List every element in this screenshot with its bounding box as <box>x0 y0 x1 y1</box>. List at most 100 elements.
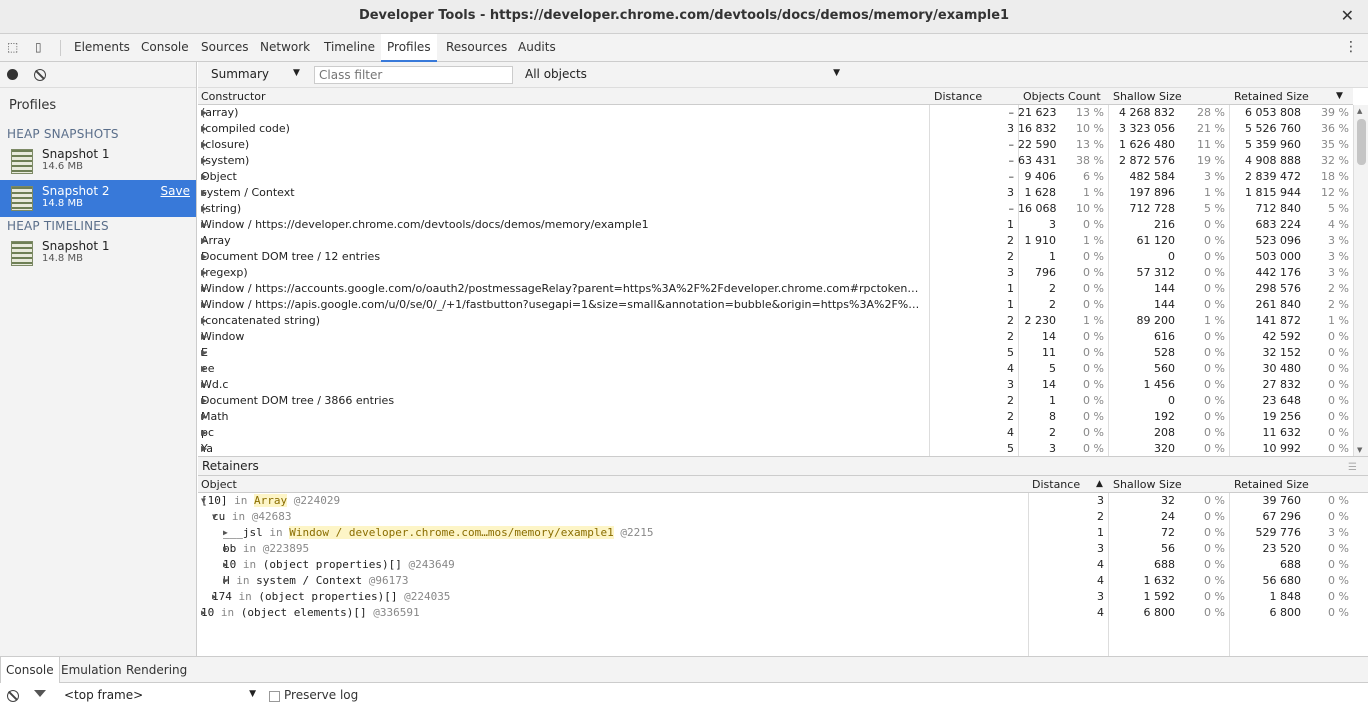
scroll-thumb[interactable] <box>1357 119 1366 165</box>
timeline-item[interactable]: Snapshot 1 14.8 MB <box>0 235 196 272</box>
retainer-row[interactable]: ▶ ___jsl in Window / developer.chrome.com… <box>198 525 1368 541</box>
expand-triangle-icon[interactable]: ▶ <box>201 121 207 137</box>
col-object[interactable]: Object <box>201 478 237 491</box>
constructor-name[interactable]: ▶ system / Context <box>201 185 923 201</box>
clear-icon[interactable] <box>34 69 46 81</box>
retainer-row[interactable]: ▶ 10 in (object elements)[] @336591 4 6 800… <box>198 605 1368 621</box>
expand-triangle-icon[interactable]: ▶ <box>201 297 207 313</box>
constructor-name[interactable]: ▶ (string) <box>201 201 923 217</box>
summary-row[interactable]: ▶ Window / https://apis.google.com/u/0/se… <box>198 297 1353 313</box>
summary-row[interactable]: ▶ (compiled code) 3 16 832 10 % 3 323 056 21 %… <box>198 121 1353 137</box>
summary-row[interactable]: ▶ Window 2 14 0 % 616 0 % 42 592 0 % <box>198 329 1353 345</box>
expand-triangle-icon[interactable]: ▶ <box>201 425 207 441</box>
col-constructor[interactable]: Constructor <box>201 90 266 103</box>
constructor-name[interactable]: ▶ (regexp) <box>201 265 923 281</box>
expand-triangle-icon[interactable]: ▶ <box>201 249 207 265</box>
clear-console-icon[interactable] <box>7 690 19 702</box>
summary-row[interactable]: ▶ (array) –21 623 13 % 4 268 832 28 % 6 053 80… <box>198 105 1353 121</box>
constructor-name[interactable]: ▶ pc <box>201 425 923 441</box>
expand-triangle-icon[interactable]: ▼ <box>212 509 217 525</box>
expand-triangle-icon[interactable]: ▶ <box>201 313 207 329</box>
expand-triangle-icon[interactable]: ▶ <box>201 281 207 297</box>
summary-row[interactable]: ▶ E 5 11 0 % 528 0 % 32 152 0 % <box>198 345 1353 361</box>
constructor-name[interactable]: ▶ (concatenated string) <box>201 313 923 329</box>
col-retained-size[interactable]: Retained Size <box>1234 90 1309 103</box>
summary-row[interactable]: ▶ Math 2 8 0 % 192 0 % 19 256 0 % <box>198 409 1353 425</box>
summary-row[interactable]: ▶ Ya 5 3 0 % 320 0 % 10 992 0 % <box>198 441 1353 456</box>
save-link[interactable]: Save <box>161 184 190 198</box>
expand-triangle-icon[interactable]: ▶ <box>212 589 217 605</box>
constructor-name[interactable]: ▶ ee <box>201 361 923 377</box>
tab-timeline[interactable]: Timeline <box>318 34 381 61</box>
retainer-object[interactable]: ▼ cu in @42683 <box>212 509 1012 525</box>
retainer-row[interactable]: ▶ 174 in (object properties)[] @224035 3 1 … <box>198 589 1368 605</box>
more-menu-icon[interactable]: ⋮ <box>1344 39 1358 55</box>
expand-triangle-icon[interactable]: ▶ <box>201 409 207 425</box>
retainer-object[interactable]: ▶ 174 in (object properties)[] @224035 <box>212 589 1012 605</box>
tab-resources[interactable]: Resources <box>440 34 513 61</box>
retainer-object[interactable]: ▶ bb in @223895 <box>223 541 1023 557</box>
constructor-name[interactable]: ▶ Math <box>201 409 923 425</box>
summary-row[interactable]: ▶ (concatenated string) 2 2 230 1 % 89 200 1 %… <box>198 313 1353 329</box>
retainer-object[interactable]: ▶ H in system / Context @96173 <box>223 573 1023 589</box>
retainers-header[interactable]: Retainers ☰ <box>198 456 1368 476</box>
constructor-name[interactable]: ▶ (closure) <box>201 137 923 153</box>
constructor-name[interactable]: ▶ Window <box>201 329 923 345</box>
summary-scrollbar[interactable]: ▲ ▼ <box>1353 105 1368 456</box>
expand-triangle-icon[interactable]: ▶ <box>201 201 207 217</box>
expand-triangle-icon[interactable]: ▶ <box>201 233 207 249</box>
expand-triangle-icon[interactable]: ▶ <box>201 393 207 409</box>
expand-triangle-icon[interactable]: ▼ <box>201 493 206 509</box>
constructor-name[interactable]: ▶ Window / https://developer.chrome.com/d… <box>201 217 923 233</box>
expand-triangle-icon[interactable]: ▶ <box>223 573 228 589</box>
summary-row[interactable]: ▶ system / Context 3 1 628 1 % 197 896 1 % 1 81… <box>198 185 1353 201</box>
snapshot-item-selected[interactable]: Snapshot 2 14.8 MB Save <box>0 180 196 217</box>
expand-triangle-icon[interactable]: ▶ <box>201 105 207 121</box>
expand-triangle-icon[interactable]: ▶ <box>223 525 228 541</box>
drawer-tab-emulation[interactable]: Emulation <box>56 657 127 683</box>
summary-row[interactable]: ▶ Document DOM tree / 3866 entries 2 1 0 % 0 0… <box>198 393 1353 409</box>
summary-row[interactable]: ▶ (string) –16 068 10 % 712 728 5 % 712 840 5 % <box>198 201 1353 217</box>
tab-elements[interactable]: Elements <box>68 34 136 61</box>
expand-triangle-icon[interactable]: ▶ <box>201 441 207 456</box>
retainer-object[interactable]: ▶ 10 in (object elements)[] @336591 <box>201 605 1001 621</box>
summary-row[interactable]: ▶ ee 4 5 0 % 560 0 % 30 480 0 % <box>198 361 1353 377</box>
retainer-object[interactable]: ▼ [10] in Array @224029 <box>201 493 1001 509</box>
tab-audits[interactable]: Audits <box>512 34 562 61</box>
constructor-name[interactable]: ▶ E <box>201 345 923 361</box>
summary-row[interactable]: ▶ Document DOM tree / 12 entries 2 1 0 % 0 0 %… <box>198 249 1353 265</box>
resize-grip-icon[interactable]: ☰ <box>1348 459 1358 477</box>
expand-triangle-icon[interactable]: ▶ <box>201 377 207 393</box>
expand-triangle-icon[interactable]: ▶ <box>201 185 207 201</box>
drawer-tab-console[interactable]: Console <box>0 657 60 683</box>
summary-row[interactable]: ▶ Object –9 406 6 % 482 584 3 % 2 839 472 18 % <box>198 169 1353 185</box>
summary-row[interactable]: ▶ (closure) –22 590 13 % 1 626 480 11 % 5 359 … <box>198 137 1353 153</box>
summary-row[interactable]: ▶ Wd.c 3 14 0 % 1 456 0 % 27 832 0 % <box>198 377 1353 393</box>
summary-row[interactable]: ▶ pc 4 2 0 % 208 0 % 11 632 0 % <box>198 425 1353 441</box>
constructor-name[interactable]: ▶ Window / https://accounts.google.com/o/… <box>201 281 923 297</box>
tab-network[interactable]: Network <box>254 34 316 61</box>
frame-select[interactable]: <top frame> ▼ <box>64 688 256 702</box>
expand-triangle-icon[interactable]: ▶ <box>201 345 207 361</box>
expand-triangle-icon[interactable]: ▶ <box>201 265 207 281</box>
class-filter-input[interactable] <box>314 66 513 84</box>
expand-triangle-icon[interactable]: ▶ <box>201 361 207 377</box>
device-mode-icon[interactable]: ▯ <box>35 40 49 54</box>
retainer-row[interactable]: ▶ bb in @223895 3 56 0 % 23 520 0 % <box>198 541 1368 557</box>
col-shallow-size[interactable]: Shallow Size <box>1113 478 1182 491</box>
retainer-row[interactable]: ▼ [10] in Array @224029 3 32 0 % 39 760 0 % <box>198 493 1368 509</box>
summary-row[interactable]: ▶ Array 2 1 910 1 % 61 120 0 % 523 096 3 % <box>198 233 1353 249</box>
expand-triangle-icon[interactable]: ▶ <box>223 541 228 557</box>
retainer-row[interactable]: ▶ H in system / Context @96173 4 1 632 0 % 56… <box>198 573 1368 589</box>
preserve-log-checkbox[interactable] <box>269 691 280 702</box>
constructor-name[interactable]: ▶ Wd.c <box>201 377 923 393</box>
scroll-down-icon[interactable]: ▼ <box>1357 446 1362 454</box>
constructor-name[interactable]: ▶ (compiled code) <box>201 121 923 137</box>
expand-triangle-icon[interactable]: ▶ <box>201 153 207 169</box>
constructor-name[interactable]: ▶ (array) <box>201 105 923 121</box>
summary-row[interactable]: ▶ (system) –63 431 38 % 2 872 576 19 % 4 908 8… <box>198 153 1353 169</box>
drawer-tab-rendering[interactable]: Rendering <box>121 657 192 683</box>
inspect-element-icon[interactable]: ⬚ <box>7 40 21 54</box>
retainer-object[interactable]: ▶ ___jsl in Window / developer.chrome.com… <box>223 525 1023 541</box>
expand-triangle-icon[interactable]: ▶ <box>223 557 228 573</box>
